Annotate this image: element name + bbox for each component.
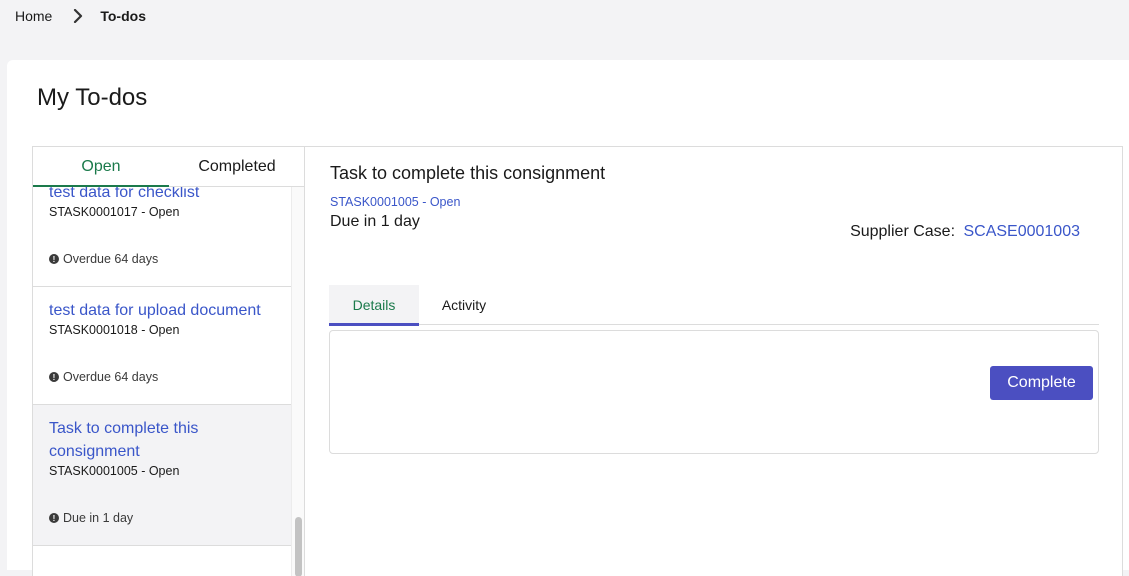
breadcrumb-home-link[interactable]: Home [15,8,52,24]
tab-activity[interactable]: Activity [419,285,509,325]
info-icon: ! [49,254,59,264]
list-item-status-text: Overdue 64 days [63,252,159,266]
list-scrollbar[interactable] [291,187,305,576]
list-tabs: Open Completed [33,147,305,187]
supplier-case-link[interactable]: SCASE0001003 [963,223,1080,240]
page-title: My To-dos [37,84,148,111]
list-scrollbar-thumb[interactable] [295,517,302,576]
info-icon: ! [49,513,59,523]
list-item-status-text: Overdue 64 days [63,370,159,384]
supplier-case-label: Supplier Case: [850,223,956,240]
list-item-title[interactable]: test data for checklist [49,187,275,204]
supplier-case: Supplier Case: SCASE0001003 [850,223,1080,241]
tab-completed[interactable]: Completed [169,147,305,186]
info-icon: ! [49,372,59,382]
todos-card: My To-dos Open Completed test data for c… [7,60,1129,576]
detail-tabs: Details Activity [329,285,1099,326]
breadcrumb: Home To-dos [15,6,146,26]
list-item-id-status: STASK0001018 - Open [49,323,180,337]
todo-list-scroll[interactable]: test data for checklist STASK0001017 - O… [33,187,291,576]
tab-open[interactable]: Open [33,147,169,187]
list-item[interactable]: test data for checklist STASK0001017 - O… [33,187,291,287]
list-item-title[interactable]: test data for upload document [49,299,275,322]
details-content: Complete [329,330,1099,454]
list-item-status-text: Due in 1 day [63,511,134,525]
chevron-right-icon [68,9,88,23]
todo-list: test data for checklist STASK0001017 - O… [33,187,291,546]
list-item-selected[interactable]: Task to complete this consignment STASK0… [33,405,291,546]
task-detail-panel: Task to complete this consignment STASK0… [304,146,1123,576]
list-item-status: ! Due in 1 day [49,511,133,525]
task-title: Task to complete this consignment [330,163,606,183]
complete-button[interactable]: Complete [990,366,1093,400]
list-item-id-status: STASK0001005 - Open [49,464,180,478]
list-item-status: ! Overdue 64 days [49,252,158,266]
list-item-id-status: STASK0001017 - Open [49,205,180,219]
list-item-status: ! Overdue 64 days [49,370,158,384]
todo-list-panel: Open Completed test data for checklist S… [32,146,306,576]
task-id-link[interactable]: STASK0001005 - Open [330,195,460,209]
tab-details[interactable]: Details [329,285,419,326]
list-item[interactable]: test data for upload document STASK00010… [33,287,291,405]
task-due: Due in 1 day [330,213,420,230]
list-item-title[interactable]: Task to complete this consignment [49,417,275,463]
breadcrumb-current: To-dos [100,8,146,24]
